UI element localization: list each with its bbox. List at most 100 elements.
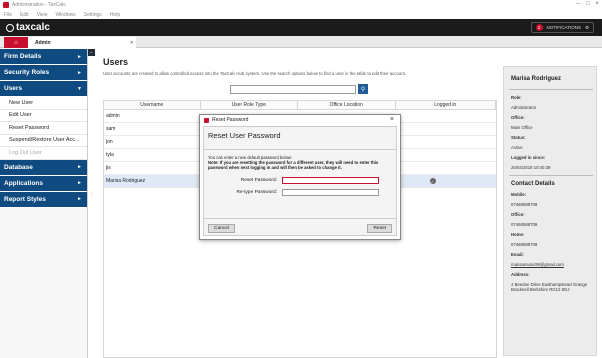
notifications-settings-icon[interactable]: ⚙ [585, 25, 589, 31]
menu-file[interactable]: File [4, 12, 12, 18]
chevron-right-icon: ► [77, 53, 82, 60]
dialog-title: Reset Password [212, 117, 249, 123]
contact-details-heading: Contact Details [511, 181, 555, 187]
sidebar-section-applications[interactable]: Applications ► [0, 175, 87, 192]
divider [204, 218, 396, 219]
details-office-label: Office: [511, 115, 525, 120]
sidebar-section-label: Security Roles [4, 69, 50, 76]
details-home-value: 07468588709 [511, 242, 538, 247]
app-icon [3, 2, 9, 8]
details-logged-value: 25/04/2018 10:40:39 [511, 165, 551, 170]
cell-username: admin [106, 113, 120, 119]
app-icon [204, 117, 209, 123]
sidebar-item-reset-password[interactable]: Reset Password [0, 122, 87, 135]
cell-username: jon [106, 139, 113, 145]
sidebar-resize-handle[interactable]: ⋮ [89, 193, 94, 198]
search-icon: ⚲ [360, 86, 366, 93]
sidebar-item-log-out-user[interactable]: Log Out User [0, 147, 87, 160]
logged-in-check-icon: ✓ [429, 178, 436, 184]
window-title: Administration - TaxCalc [12, 2, 66, 8]
details-office-phone-label: Office: [511, 212, 525, 217]
close-tab-icon[interactable]: × [130, 40, 133, 46]
details-status-value: Active [511, 145, 523, 150]
reset-button[interactable]: Reset [367, 224, 392, 233]
details-user-name: Marisa Rodriguez [511, 76, 562, 82]
chevron-right-icon: ► [77, 180, 82, 186]
details-address-value: 4 Beedon Drive Easthampstead Grange Brac… [511, 282, 588, 292]
retype-password-field[interactable] [282, 189, 379, 196]
dialog-text: You can enter a new default password bel… [208, 155, 394, 170]
dialog-body: Reset User Password You can enter a new … [203, 126, 397, 236]
taxcalc-logo: taxcalc [6, 22, 50, 33]
cancel-button[interactable]: Cancel [208, 224, 235, 233]
sidebar-item-new-user[interactable]: New User [0, 97, 87, 110]
details-role-value: Administrator [511, 105, 537, 110]
column-header-logged-in[interactable]: Logged in [396, 101, 496, 109]
notifications-label: NOTIFICATIONS [546, 25, 581, 30]
close-dialog-icon[interactable]: × [390, 116, 394, 123]
retype-password-label: Re-type Password: [236, 190, 277, 195]
details-mobile-value: 07468588709 [511, 202, 538, 207]
details-mobile-label: Mobile: [511, 192, 527, 197]
sidebar-section-security-roles[interactable]: Security Roles ► [0, 65, 87, 81]
details-email-link[interactable]: marisamusic99@gmail.com [511, 262, 564, 267]
sidebar-section-label: Database [4, 163, 33, 171]
search-input[interactable] [230, 85, 356, 94]
chevron-right-icon: ► [77, 69, 82, 76]
dialog-note: Note: If you are resetting the password … [208, 160, 379, 170]
brand-bar: taxcalc 2 NOTIFICATIONS ⚙ [0, 19, 602, 36]
sidebar-section-label: Report Styles [4, 195, 46, 203]
reset-password-field[interactable] [282, 177, 379, 184]
menu-edit[interactable]: Edit [20, 12, 29, 18]
details-status-label: Status: [511, 135, 526, 140]
column-header-role[interactable]: User Role Type [201, 101, 298, 109]
column-header-office[interactable]: Office Location [298, 101, 396, 109]
home-tab[interactable]: ⌂ [4, 37, 28, 48]
reset-password-dialog: Reset Password × Reset User Password You… [199, 114, 401, 240]
cell-logged-in [396, 136, 496, 148]
chevron-down-icon: ▼ [77, 85, 82, 92]
minimize-icon[interactable]: – [577, 1, 580, 7]
reset-password-label: Reset Password: [240, 178, 277, 183]
sidebar-section-report-styles[interactable]: Report Styles ► [0, 191, 87, 208]
tab-admin-label: Admin [35, 39, 51, 46]
notifications-button[interactable]: 2 NOTIFICATIONS ⚙ [530, 22, 594, 33]
cell-logged-in [396, 162, 496, 174]
column-header-username[interactable]: Username [104, 101, 201, 109]
divider [509, 175, 593, 176]
cell-logged-in: ✓ [396, 175, 496, 187]
sidebar: Firm Details ► Security Roles ► Users ▼ … [0, 49, 88, 358]
sidebar-section-database[interactable]: Database ► [0, 159, 87, 176]
details-role-label: Role: [511, 95, 522, 100]
collapse-sidebar-button[interactable]: − [88, 49, 95, 56]
menu-view[interactable]: View [37, 12, 48, 18]
sidebar-item-suspend-restore[interactable]: Suspend/Restore User Acc... [0, 134, 87, 147]
tab-admin[interactable]: Admin × [28, 37, 136, 48]
details-home-label: Home: [511, 232, 525, 237]
page-title: Users [103, 57, 129, 67]
details-email-label: Email: [511, 252, 524, 257]
logo-text: taxcalc [16, 22, 50, 33]
cell-logged-in [396, 110, 496, 122]
chevron-right-icon: ► [77, 196, 82, 202]
logo-mark-icon [6, 23, 14, 32]
notifications-count-badge: 2 [535, 24, 543, 31]
cell-username: sam [106, 126, 116, 132]
cell-logged-in [396, 149, 496, 161]
menu-help[interactable]: Help [110, 12, 120, 18]
sidebar-section-firm-details[interactable]: Firm Details ► [0, 49, 87, 65]
home-icon: ⌂ [14, 39, 18, 46]
window-titlebar: Administration - TaxCalc – □ × [0, 0, 602, 10]
details-office-value: Main Office [511, 125, 533, 130]
user-details-panel: Marisa Rodriguez Role: Administrator Off… [503, 66, 597, 356]
details-logged-label: Logged in since: [511, 155, 546, 160]
menu-windows[interactable]: Windows [55, 12, 75, 18]
search-button[interactable]: ⚲ [358, 84, 368, 94]
maximize-icon[interactable]: □ [586, 1, 590, 7]
page-description: User accounts are created to allow contr… [103, 71, 407, 76]
close-icon[interactable]: × [595, 1, 599, 7]
sidebar-section-users[interactable]: Users ▼ [0, 81, 87, 97]
table-header: Username User Role Type Office Location … [104, 101, 496, 110]
menu-settings[interactable]: Settings [84, 12, 102, 18]
sidebar-item-edit-user[interactable]: Edit User [0, 109, 87, 122]
